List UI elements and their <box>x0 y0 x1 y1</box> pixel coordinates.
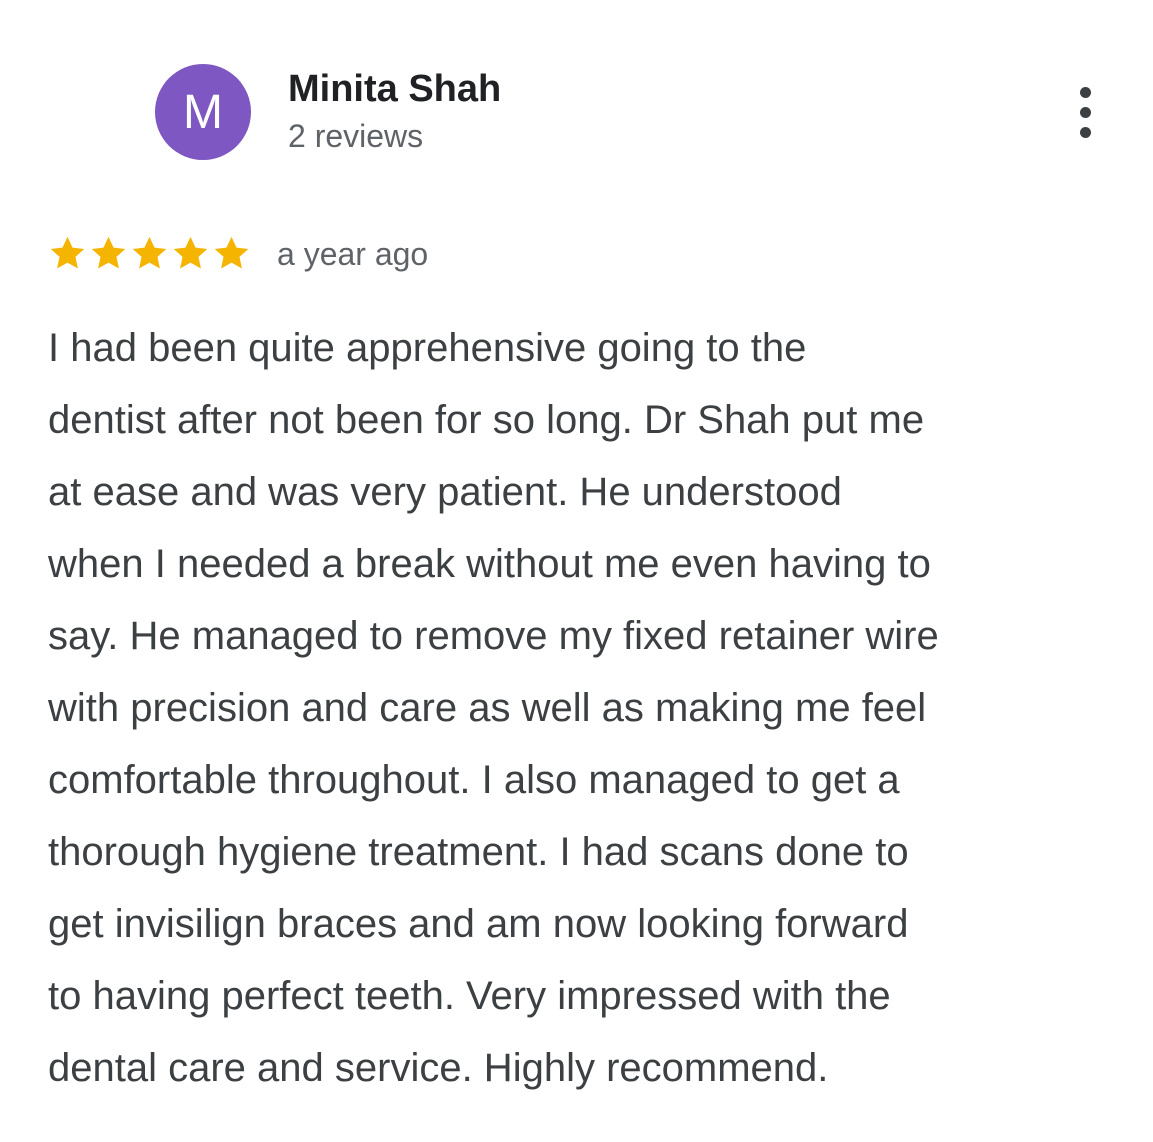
avatar[interactable]: M <box>155 64 251 160</box>
review-text-line: dentist after not been for so long. Dr S… <box>48 398 925 442</box>
avatar-initial: M <box>183 85 223 139</box>
review-text-line: comfortable throughout. I also managed t… <box>48 758 900 802</box>
star-icon <box>171 234 210 273</box>
review-text-line: thorough hygiene treatment. I had scans … <box>48 830 909 874</box>
review-text-line: to having perfect teeth. Very impressed … <box>48 974 891 1018</box>
star-icon <box>212 234 251 273</box>
review-text: I had been quite apprehensive going to t… <box>48 312 1138 1104</box>
review-text-line: dental care and service. Highly recommen… <box>48 1046 829 1090</box>
reviewer-name[interactable]: Minita Shah <box>288 66 501 112</box>
review-text-line: at ease and was very patient. He underst… <box>48 470 842 514</box>
star-rating <box>48 233 251 273</box>
review-text-line: with precision and care as well as makin… <box>48 686 927 730</box>
star-icon <box>48 234 87 273</box>
more-options-button[interactable] <box>1060 80 1110 144</box>
review-text-line: when I needed a break without me even ha… <box>48 542 931 586</box>
review-text-line: I had been quite apprehensive going to t… <box>48 326 807 370</box>
review-date: a year ago <box>277 236 429 272</box>
more-vert-icon <box>1079 86 1091 138</box>
star-icon <box>89 234 128 273</box>
review-text-line: get invisilign braces and am now looking… <box>48 902 909 946</box>
reviewer-review-count[interactable]: 2 reviews <box>288 116 423 156</box>
review-text-line: say. He managed to remove my fixed retai… <box>48 614 939 658</box>
star-icon <box>130 234 169 273</box>
